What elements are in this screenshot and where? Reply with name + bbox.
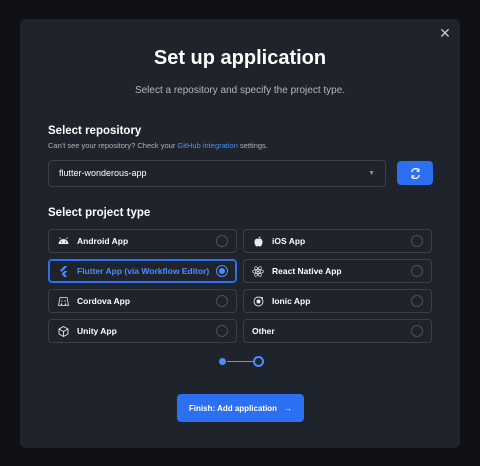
hint-suffix: settings. (237, 141, 268, 150)
finish-button[interactable]: Finish: Add application → (177, 394, 304, 422)
option-ionic-app[interactable]: Ionic App (243, 289, 432, 313)
option-cordova-app[interactable]: Cordova App (48, 289, 237, 313)
option-label: Other (252, 326, 275, 336)
option-android-app[interactable]: Android App (48, 229, 237, 253)
repository-section-title: Select repository (48, 125, 142, 137)
option-label: iOS App (272, 236, 306, 246)
github-integration-link[interactable]: GitHub integration (177, 141, 237, 150)
react-icon (244, 265, 272, 277)
option-label: Cordova App (77, 296, 131, 306)
option-ios-app[interactable]: iOS App (243, 229, 432, 253)
radio-button[interactable] (411, 295, 423, 307)
option-react-native-app[interactable]: React Native App (243, 259, 432, 283)
apple-icon (244, 236, 272, 247)
step-dot-completed (219, 358, 226, 365)
refresh-button[interactable] (397, 161, 433, 185)
radio-button[interactable] (216, 325, 228, 337)
modal-title: Set up application (153, 47, 327, 69)
radio-button[interactable] (216, 235, 228, 247)
option-flutter-app[interactable]: Flutter App (via Workflow Editor) (48, 259, 237, 283)
option-label: Android App (77, 236, 129, 246)
radio-button[interactable] (216, 265, 228, 277)
finish-button-label: Finish: Add application (188, 403, 278, 413)
hint-prefix: Can't see your repository? Check your (48, 141, 178, 150)
option-label: Ionic App (272, 296, 311, 306)
option-label: React Native App (272, 266, 342, 276)
option-unity-app[interactable]: Unity App (48, 319, 237, 343)
android-icon (49, 237, 77, 245)
repository-select-value: flutter-wonderous-app (59, 168, 147, 178)
close-icon[interactable]: ✕ (438, 26, 452, 40)
modal-subtitle: Select a repository and specify the proj… (134, 85, 346, 96)
radio-button[interactable] (411, 235, 423, 247)
option-other[interactable]: Other (243, 319, 432, 343)
refresh-icon (410, 167, 420, 179)
cordova-icon (49, 296, 77, 307)
project-type-section-title: Select project type (48, 207, 151, 219)
radio-button[interactable] (216, 295, 228, 307)
repository-select[interactable]: flutter-wonderous-app ▼ (48, 160, 386, 187)
option-label: Unity App (77, 326, 117, 336)
step-connector (227, 361, 253, 362)
flutter-icon (49, 265, 77, 277)
arrow-right-icon: → (284, 403, 293, 413)
setup-modal: ✕ Set up application Select a repository… (20, 19, 460, 448)
option-label: Flutter App (via Workflow Editor) (77, 266, 210, 276)
unity-icon (49, 325, 77, 337)
repository-hint: Can't see your repository? Check your Gi… (48, 141, 268, 150)
ionic-icon (244, 296, 272, 307)
step-indicator (217, 355, 265, 369)
chevron-down-icon: ▼ (368, 170, 375, 177)
radio-button[interactable] (411, 265, 423, 277)
radio-button[interactable] (411, 325, 423, 337)
step-dot-current (253, 356, 264, 367)
